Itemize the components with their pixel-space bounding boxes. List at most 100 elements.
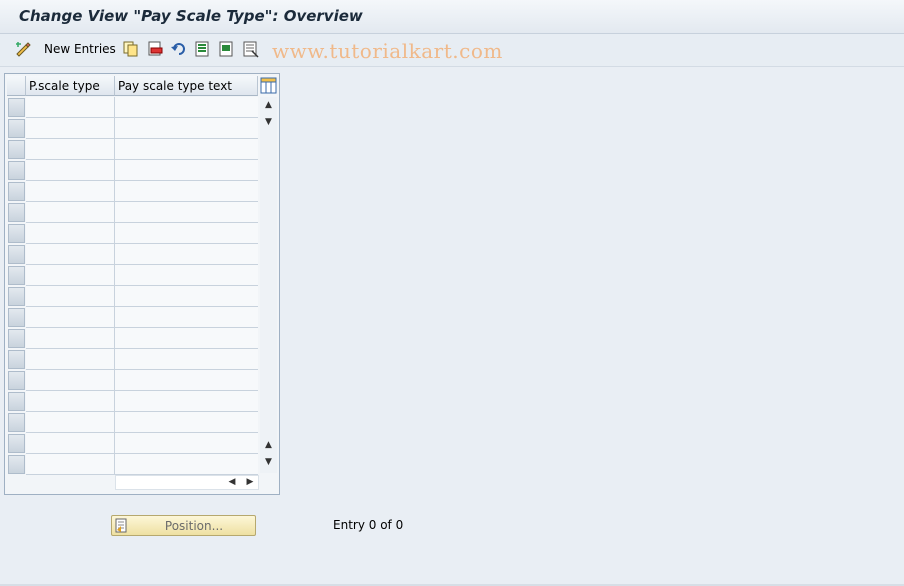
scroll-left-icon[interactable]: ◀ bbox=[225, 475, 239, 490]
cell-pay-scale-type-text[interactable] bbox=[115, 181, 258, 202]
row-selector[interactable] bbox=[8, 266, 25, 285]
position-button[interactable]: Position... bbox=[111, 515, 256, 536]
scroll-right-icon[interactable]: ▶ bbox=[243, 475, 257, 490]
row-selector[interactable] bbox=[8, 350, 25, 369]
row-selector[interactable] bbox=[8, 245, 25, 264]
new-entries-button[interactable]: New Entries bbox=[44, 42, 116, 56]
row-selector[interactable] bbox=[8, 308, 25, 327]
cell-pscale-type[interactable] bbox=[26, 286, 115, 307]
table-row bbox=[7, 349, 258, 370]
row-selector[interactable] bbox=[8, 287, 25, 306]
row-selector[interactable] bbox=[8, 182, 25, 201]
table-row bbox=[7, 412, 258, 433]
table-row bbox=[7, 118, 258, 139]
cell-pay-scale-type-text[interactable] bbox=[115, 349, 258, 370]
cell-pscale-type[interactable] bbox=[26, 244, 115, 265]
table-row bbox=[7, 244, 258, 265]
table-row bbox=[7, 160, 258, 181]
entry-counter: Entry 0 of 0 bbox=[333, 518, 404, 532]
cell-pscale-type[interactable] bbox=[26, 97, 115, 118]
cell-pay-scale-type-text[interactable] bbox=[115, 202, 258, 223]
vertical-scrollbar[interactable]: ▲ ▼ ▲ ▼ bbox=[260, 97, 277, 473]
watermark: www.tutorialkart.com bbox=[272, 39, 503, 63]
cell-pscale-type[interactable] bbox=[26, 370, 115, 391]
cell-pay-scale-type-text[interactable] bbox=[115, 97, 258, 118]
cell-pscale-type[interactable] bbox=[26, 223, 115, 244]
cell-pscale-type[interactable] bbox=[26, 160, 115, 181]
table-row bbox=[7, 223, 258, 244]
row-selector[interactable] bbox=[8, 455, 25, 474]
scroll-up-icon[interactable]: ▲ bbox=[260, 97, 277, 113]
cell-pay-scale-type-text[interactable] bbox=[115, 118, 258, 139]
row-selector[interactable] bbox=[8, 329, 25, 348]
cell-pay-scale-type-text[interactable] bbox=[115, 223, 258, 244]
cell-pay-scale-type-text[interactable] bbox=[115, 286, 258, 307]
cell-pscale-type[interactable] bbox=[26, 454, 115, 475]
cell-pay-scale-type-text[interactable] bbox=[115, 370, 258, 391]
deselect-all-icon[interactable] bbox=[242, 40, 260, 58]
row-selector[interactable] bbox=[8, 392, 25, 411]
table-row bbox=[7, 202, 258, 223]
table-row bbox=[7, 97, 258, 118]
cell-pay-scale-type-text[interactable] bbox=[115, 160, 258, 181]
table-row bbox=[7, 286, 258, 307]
cell-pscale-type[interactable] bbox=[26, 202, 115, 223]
cell-pscale-type[interactable] bbox=[26, 118, 115, 139]
cell-pscale-type[interactable] bbox=[26, 349, 115, 370]
cell-pay-scale-type-text[interactable] bbox=[115, 454, 258, 475]
row-selector[interactable] bbox=[8, 434, 25, 453]
cell-pay-scale-type-text[interactable] bbox=[115, 391, 258, 412]
row-selector[interactable] bbox=[8, 161, 25, 180]
table-row bbox=[7, 328, 258, 349]
page-up-icon[interactable]: ▲ bbox=[260, 437, 277, 453]
row-selector[interactable] bbox=[8, 98, 25, 117]
edit-pencil-icon[interactable] bbox=[14, 40, 32, 58]
undo-icon[interactable] bbox=[170, 40, 188, 58]
page-title: Change View "Pay Scale Type": Overview bbox=[19, 7, 363, 25]
delete-icon[interactable] bbox=[146, 40, 164, 58]
row-selector[interactable] bbox=[8, 413, 25, 432]
select-all-icon[interactable] bbox=[194, 40, 212, 58]
cell-pay-scale-type-text[interactable] bbox=[115, 307, 258, 328]
table-row bbox=[7, 370, 258, 391]
table-row bbox=[7, 181, 258, 202]
row-selector[interactable] bbox=[8, 371, 25, 390]
table-row bbox=[7, 454, 258, 475]
column-header-pscale-type[interactable]: P.scale type bbox=[26, 76, 115, 96]
cell-pay-scale-type-text[interactable] bbox=[115, 265, 258, 286]
cell-pscale-type[interactable] bbox=[26, 412, 115, 433]
row-selector[interactable] bbox=[8, 224, 25, 243]
scroll-down-icon[interactable]: ▼ bbox=[260, 114, 277, 130]
copy-icon[interactable] bbox=[122, 40, 140, 58]
table-settings-icon[interactable] bbox=[260, 76, 277, 95]
cell-pscale-type[interactable] bbox=[26, 433, 115, 454]
cell-pay-scale-type-text[interactable] bbox=[115, 139, 258, 160]
table-row bbox=[7, 265, 258, 286]
table-row bbox=[7, 433, 258, 454]
cell-pay-scale-type-text[interactable] bbox=[115, 328, 258, 349]
position-button-label: Position... bbox=[164, 519, 224, 533]
select-block-icon[interactable] bbox=[218, 40, 236, 58]
select-all-rows-header[interactable] bbox=[7, 76, 26, 96]
table-row bbox=[7, 391, 258, 412]
application-toolbar: New Entries www.tutorialkart.com bbox=[0, 34, 904, 67]
cell-pscale-type[interactable] bbox=[26, 181, 115, 202]
title-bar: Change View "Pay Scale Type": Overview bbox=[0, 0, 904, 34]
row-selector[interactable] bbox=[8, 119, 25, 138]
cell-pscale-type[interactable] bbox=[26, 265, 115, 286]
cell-pay-scale-type-text[interactable] bbox=[115, 244, 258, 265]
table-row bbox=[7, 139, 258, 160]
row-selector[interactable] bbox=[8, 140, 25, 159]
cell-pscale-type[interactable] bbox=[26, 307, 115, 328]
row-selector[interactable] bbox=[8, 203, 25, 222]
cell-pscale-type[interactable] bbox=[26, 391, 115, 412]
column-header-pay-scale-type-text[interactable]: Pay scale type text bbox=[115, 76, 258, 96]
cell-pay-scale-type-text[interactable] bbox=[115, 433, 258, 454]
cell-pscale-type[interactable] bbox=[26, 139, 115, 160]
cell-pscale-type[interactable] bbox=[26, 328, 115, 349]
table-row bbox=[7, 307, 258, 328]
table-control: P.scale type Pay scale type text ▲ ▼ ▲ ▼… bbox=[4, 73, 280, 495]
table-rows bbox=[7, 97, 258, 475]
page-down-icon[interactable]: ▼ bbox=[260, 454, 277, 470]
cell-pay-scale-type-text[interactable] bbox=[115, 412, 258, 433]
